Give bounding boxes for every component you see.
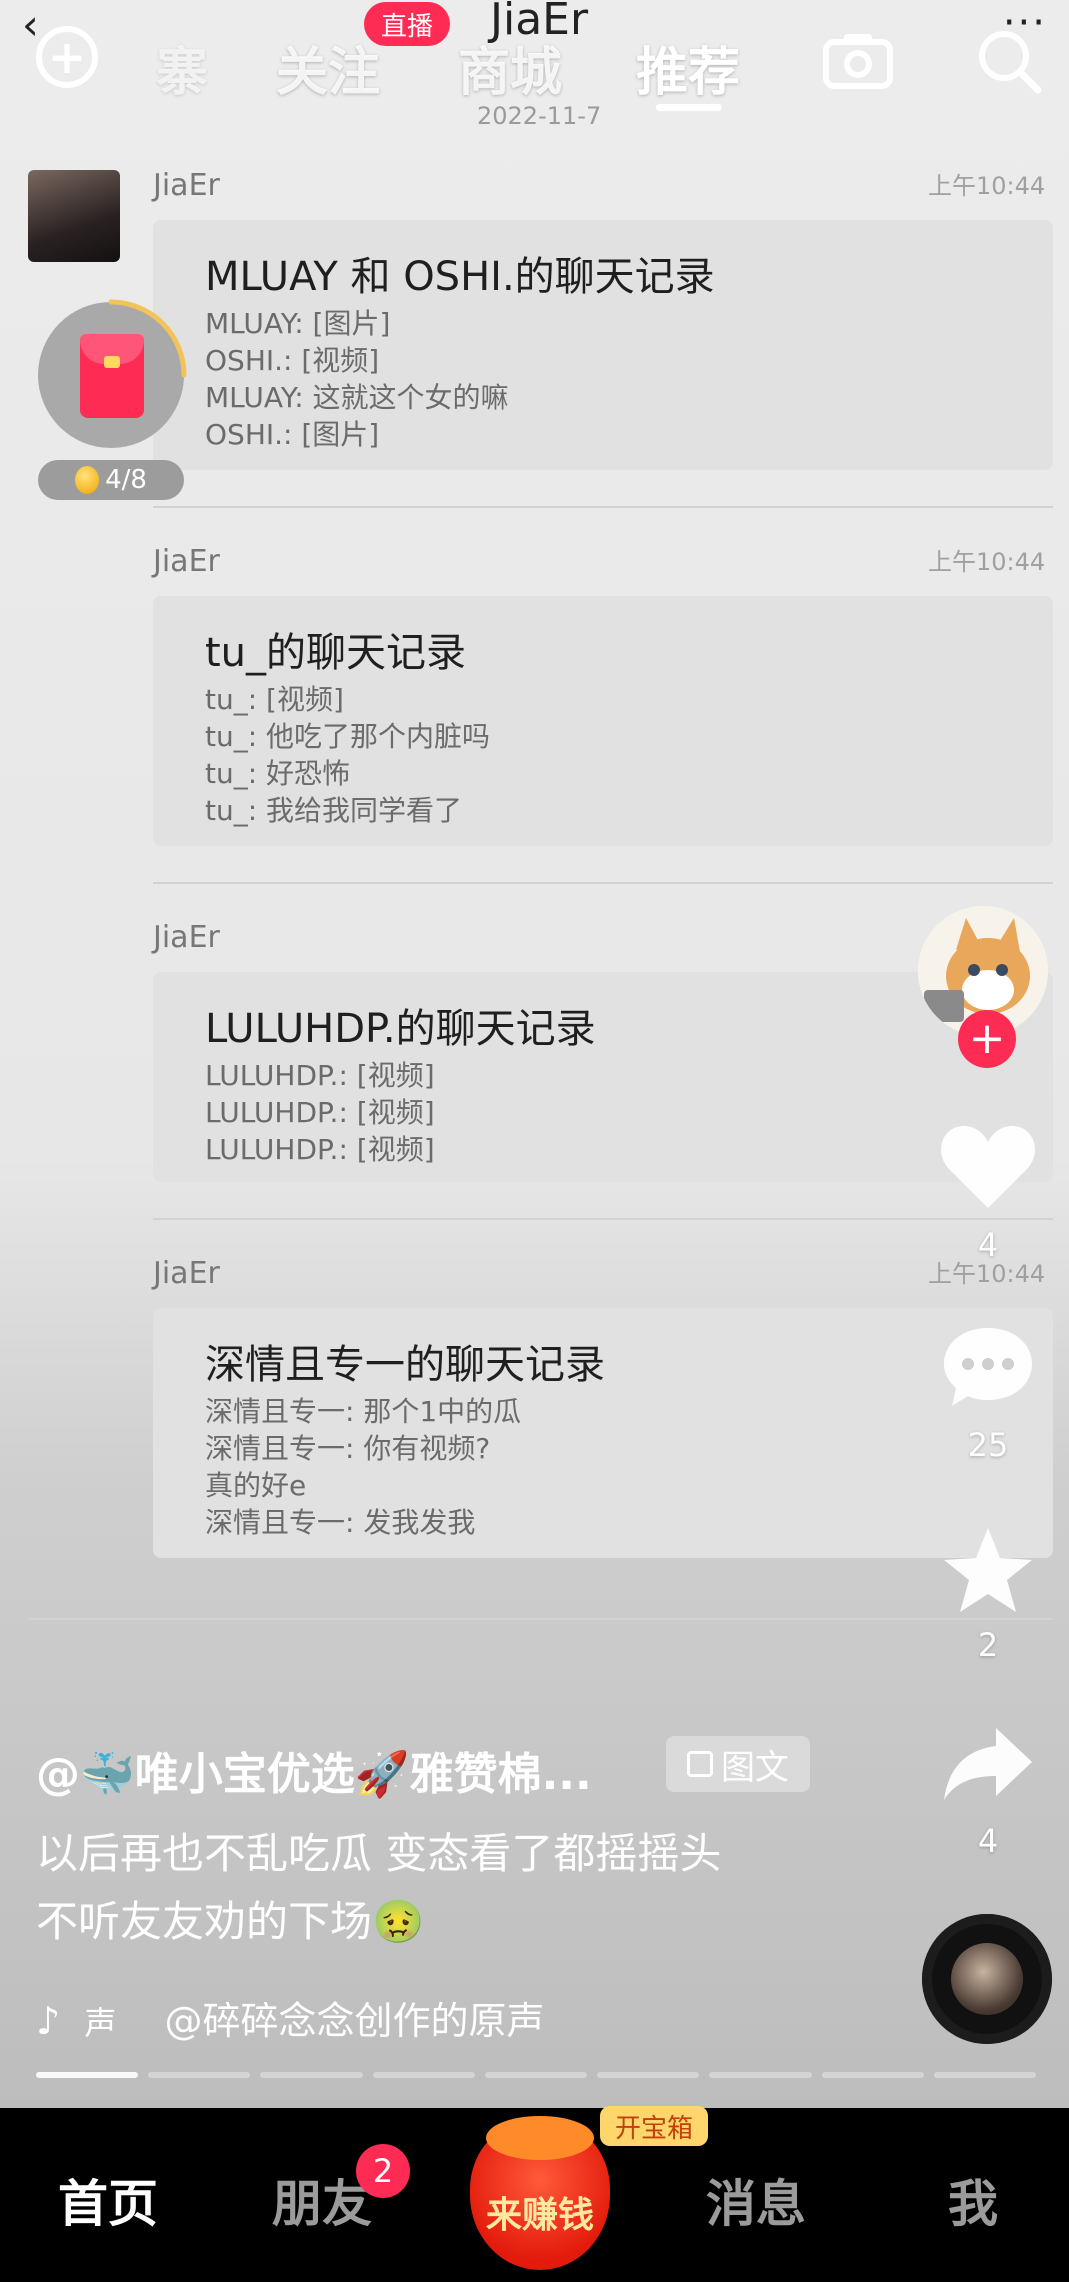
friends-badge: 2 [356,2144,410,2198]
share-arrow-icon[interactable] [940,1724,1036,1804]
coin-progress-text: 4/8 [105,465,147,495]
card-line: LULUHDP.: [视频] [205,1133,435,1166]
card-line: MLUAY: [图片] [205,307,391,340]
tab-mall[interactable]: 商城 [458,30,562,105]
tiktok-note-icon: ♪ [36,1999,61,2043]
card-line: LULUHDP.: [视频] [205,1096,435,1129]
nav-messages[interactable]: 消息 [706,2164,806,2236]
sender-avatar [28,170,120,262]
tab-recommend[interactable]: 推荐 [636,30,740,105]
chat-record-card: MLUAY 和 OSHI.的聊天记录 MLUAY: [图片] OSHI.: [视… [153,220,1053,470]
comment-count: 25 [967,1426,1009,1464]
tab-partial[interactable]: 寨 [156,30,208,105]
progress-segment [372,2072,475,2078]
search-icon[interactable] [976,28,1044,96]
chat-record-card: 深情且专一的聊天记录 深情且专一: 那个1中的瓜 深情且专一: 你有视频? 真的… [153,1308,1053,1558]
card-line: tu_: 他吃了那个内脏吗 [205,720,491,753]
progress-segment [484,2072,588,2078]
progress-segment [597,2072,700,2078]
open-chest-tag[interactable]: 开宝箱 [600,2106,708,2146]
post-type-badge: 图文 [666,1736,810,1792]
nav-me[interactable]: 我 [948,2164,998,2236]
favorite-star-icon[interactable] [940,1524,1036,1616]
message-time: 上午10:44 [928,172,1046,200]
divider [153,506,1053,508]
nav-home[interactable]: 首页 [58,2164,158,2236]
message-sender: JiaEr [153,1256,220,1291]
card-line: tu_: [视频] [205,683,344,716]
card-line: 深情且专一: 你有视频? [205,1432,491,1465]
card-line: OSHI.: [图片] [205,418,380,451]
card-title: LULUHDP.的聊天记录 [205,1006,596,1052]
like-count: 4 [977,1226,999,1264]
progress-segment [260,2072,363,2078]
divider [153,882,1053,884]
sheet-date: 2022-11-7 [477,102,602,130]
live-badge[interactable]: 直播 [364,2,450,46]
tab-active-indicator [656,104,722,111]
card-line: 真的好e [205,1469,307,1502]
comment-icon[interactable] [940,1322,1036,1412]
back-arrow-icon: ‹ [22,0,39,49]
top-bar: ‹ JiaEr ··· + 寨 关注 直播 商城 推荐 2022-11-7 [0,0,1069,130]
card-line: 深情且专一: 发我发我 [205,1506,476,1539]
divider [28,1618,1053,1620]
card-line: tu_: 我给我同学看了 [205,794,463,827]
coin-progress: 4/8 [38,460,184,500]
image-carousel-progress [36,2072,1036,2078]
share-count: 4 [977,1822,999,1860]
caption-line: 不听友友劝的下场🤢 [36,1897,425,1946]
card-title: 深情且专一的聊天记录 [205,1342,605,1388]
music-cover-image [951,1943,1023,2015]
post-type-label: 图文 [721,1747,789,1788]
add-icon[interactable]: + [36,26,98,88]
camera-icon[interactable] [822,30,894,90]
card-line: tu_: 好恐怖 [205,757,351,790]
card-line: LULUHDP.: [视频] [205,1059,435,1092]
message-sender: JiaEr [153,168,220,203]
divider [153,1218,1053,1220]
card-line: MLUAY: 这就这个女的嘛 [205,381,509,414]
lucky-bag-icon [486,2116,594,2160]
card-line: 深情且专一: 那个1中的瓜 [205,1395,522,1428]
progress-segment [36,2072,139,2078]
progress-segment [933,2072,1036,2078]
follow-button[interactable]: + [958,1010,1016,1068]
message-sender: JiaEr [153,544,220,579]
favorite-count: 2 [977,1626,999,1664]
feed-screen: ‹ JiaEr ··· + 寨 关注 直播 商城 推荐 2022-11-7 Ji… [0,0,1069,2108]
progress-segment [709,2072,812,2078]
message-time: 上午10:44 [928,548,1046,576]
image-post-icon [687,1751,713,1777]
chat-record-card: tu_的聊天记录 tu_: [视频] tu_: 他吃了那个内脏吗 tu_: 好恐… [153,596,1053,846]
card-line: OSHI.: [视频] [205,344,380,377]
like-heart-icon[interactable] [938,1120,1038,1214]
earn-label: 来赚钱 [485,2195,594,2236]
red-envelope-clasp [104,356,120,368]
gold-coin-icon [75,466,100,494]
chat-record-card: LULUHDP.的聊天记录 LULUHDP.: [视频] LULUHDP.: [… [153,972,1053,1182]
author-handle[interactable]: @🐳唯小宝优选🚀雅赞棉... [36,1738,592,1802]
music-title: @碎碎念念创作的原声 [164,1999,545,2043]
message-sender: JiaEr [153,920,220,955]
card-title: MLUAY 和 OSHI.的聊天记录 [205,254,715,300]
music-prefix: 声 [84,2004,117,2042]
progress-segment [148,2072,251,2078]
caption-line: 以后再也不乱吃瓜 变态看了都摇摇头 [36,1829,722,1878]
tab-following[interactable]: 关注 [276,30,380,105]
music-row[interactable]: ♪ 声 @碎碎念念创作的原声 [36,1990,544,2045]
card-title: tu_的聊天记录 [205,630,467,676]
progress-segment [821,2072,924,2078]
